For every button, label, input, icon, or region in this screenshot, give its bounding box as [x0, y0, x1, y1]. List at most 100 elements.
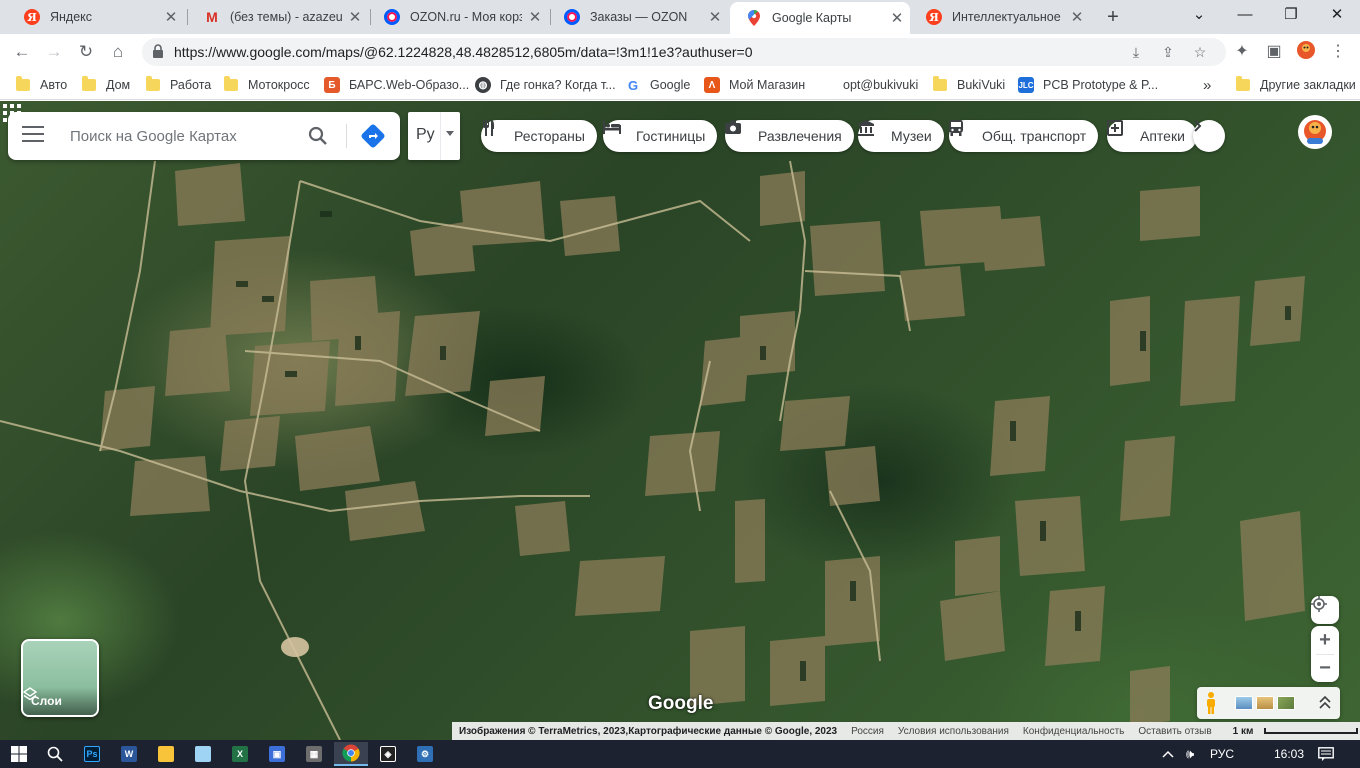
floppy-icon: ▣ — [269, 746, 285, 762]
minimize-button[interactable]: — — [1222, 0, 1268, 30]
share-icon[interactable]: ⇪ — [1156, 41, 1180, 63]
search-icon[interactable] — [306, 124, 330, 148]
close-icon[interactable]: ✕ — [702, 8, 728, 26]
taskbar-chrome[interactable] — [334, 742, 368, 766]
taskbar-excel[interactable]: X — [223, 742, 257, 766]
install-app-icon[interactable]: ⤓ — [1124, 41, 1148, 63]
chevron-up-icon[interactable] — [1319, 696, 1331, 710]
chrome-menu-icon[interactable]: ⋮ — [1326, 40, 1350, 64]
taskbar-network-app[interactable]: ⚙ — [408, 742, 442, 766]
bookmark-folder[interactable]: Работа — [146, 75, 211, 95]
scale-bar[interactable]: 1 км — [1219, 726, 1360, 737]
taskbar-save-app[interactable]: ▣ — [260, 742, 294, 766]
bookmark-link[interactable]: JLC PCB Prototype & P... — [1018, 75, 1158, 95]
chip-transit[interactable]: Общ. транспорт — [949, 120, 1099, 152]
close-window-button[interactable]: ✕ — [1314, 0, 1360, 30]
input-language[interactable]: РУС — [1210, 740, 1234, 768]
scale-ruler — [1264, 728, 1359, 734]
close-icon[interactable]: ✕ — [884, 9, 910, 27]
bookmark-label: БАРС.Web-Образо... — [349, 78, 470, 92]
pegman-icon[interactable] — [1205, 692, 1217, 714]
tab-search-icon[interactable]: ⌄ — [1176, 0, 1222, 30]
clock[interactable]: 16:03 — [1274, 740, 1304, 768]
hamburger-menu-icon[interactable] — [22, 126, 44, 146]
back-button[interactable]: ← — [8, 38, 36, 66]
extensions-icon[interactable]: ✦ — [1230, 40, 1254, 64]
taskbar-word[interactable]: W — [112, 742, 146, 766]
taskbar-calculator[interactable]: ▦ — [297, 742, 331, 766]
google-apps-icon[interactable] — [0, 101, 24, 125]
privacy-link[interactable]: Конфиденциальность — [1016, 726, 1131, 737]
volume-icon[interactable]: 🕪 — [1186, 740, 1194, 768]
bookmark-link[interactable]: Ʌ Мой Магазин — [704, 75, 805, 95]
reload-button[interactable]: ↻ — [72, 38, 100, 66]
directions-icon[interactable] — [360, 123, 386, 149]
taskbar-explorer[interactable] — [149, 742, 183, 766]
close-icon[interactable]: ✕ — [522, 8, 548, 26]
language-selector[interactable]: Ру — [408, 112, 460, 160]
terms-link[interactable]: Условия использования — [891, 726, 1016, 737]
bookmark-folder[interactable]: Авто — [16, 75, 67, 95]
bookmarks-overflow-button[interactable]: » — [1203, 75, 1211, 95]
chrome-icon — [342, 744, 360, 762]
address-bar[interactable]: https://www.google.com/maps/@62.1224828,… — [142, 38, 1226, 66]
zoom-in-button[interactable]: + — [1311, 626, 1339, 654]
side-panel-icon[interactable]: ▣ — [1262, 40, 1286, 64]
bookmark-link[interactable]: ◍ Где гонка? Когда т... — [475, 75, 616, 95]
chip-restaurants[interactable]: Рестораны — [481, 120, 597, 152]
home-button[interactable]: ⌂ — [104, 38, 132, 66]
imagery-thumb-ocean[interactable] — [1235, 696, 1253, 710]
account-avatar[interactable] — [1298, 115, 1332, 149]
windows-taskbar: Ps W X ▣ ▦ ◈ ⚙ 🕪 РУС 16:03 — [0, 740, 1360, 768]
bookmark-label: opt@bukivuki — [843, 78, 919, 92]
chip-entertainment[interactable]: Развлечения — [725, 120, 854, 152]
tab-ozon-orders[interactable]: Заказы — OZON ✕ — [548, 0, 728, 34]
chevron-down-icon[interactable] — [446, 131, 454, 136]
start-button[interactable] — [2, 742, 36, 766]
chip-pharmacies[interactable]: Аптеки — [1107, 120, 1197, 152]
close-icon[interactable]: ✕ — [1064, 8, 1090, 26]
feedback-link[interactable]: Оставить отзыв — [1131, 726, 1218, 737]
bookmark-label: Мой Магазин — [729, 78, 806, 92]
bookmark-folder[interactable]: Мотокросс — [224, 75, 310, 95]
imagery-thumb-forest[interactable] — [1277, 696, 1295, 710]
taskbar-capture-app[interactable]: ◈ — [371, 742, 405, 766]
chips-next-button[interactable] — [1193, 120, 1225, 152]
notifications-icon[interactable] — [1318, 740, 1334, 768]
bookmark-link[interactable]: opt@bukivuki — [818, 75, 918, 95]
folder-icon — [146, 76, 160, 91]
bookmarks-bar: Авто Дом Работа Мотокросс Б БАРС.Web-Обра… — [0, 70, 1360, 100]
layers-button[interactable]: Слои — [21, 639, 99, 717]
tab-yandex-ai[interactable]: Я Интеллектуальное Ма ✕ — [910, 0, 1090, 34]
search-input[interactable] — [70, 124, 300, 148]
chip-hotels[interactable]: Гостиницы — [603, 120, 718, 152]
bookmark-link[interactable]: G Google — [625, 75, 690, 95]
tab-ozon-cart[interactable]: OZON.ru - Моя корзина ✕ — [368, 0, 548, 34]
bookmark-folder[interactable]: Дом — [82, 75, 130, 95]
new-tab-button[interactable]: + — [1100, 4, 1126, 30]
tab-yandex[interactable]: Я Яндекс ✕ — [8, 0, 184, 34]
close-icon[interactable]: ✕ — [342, 8, 368, 26]
other-bookmarks-folder[interactable]: Другие закладки — [1236, 75, 1356, 95]
imagery-thumb-desert[interactable] — [1256, 696, 1274, 710]
tab-gmail[interactable]: M (без темы) - azazeulus ✕ — [188, 0, 368, 34]
star-bookmark-icon[interactable]: ☆ — [1188, 41, 1212, 63]
zoom-out-button[interactable]: − — [1311, 654, 1339, 682]
restore-button[interactable]: ❐ — [1268, 0, 1314, 30]
lock-icon[interactable] — [152, 44, 164, 58]
bookmark-link[interactable]: Б БАРС.Web-Образо... — [324, 75, 469, 95]
my-location-button[interactable] — [1311, 596, 1339, 624]
taskbar-photoshop[interactable]: Ps — [75, 742, 109, 766]
taskbar-search-button[interactable] — [38, 742, 72, 766]
bookmark-folder[interactable]: BukiVuki — [933, 75, 1005, 95]
tab-google-maps[interactable]: Google Карты ✕ — [730, 2, 910, 34]
close-icon[interactable]: ✕ — [158, 8, 184, 26]
chip-museums[interactable]: Музеи — [858, 120, 944, 152]
country-link[interactable]: Россия — [844, 726, 891, 737]
forward-button[interactable]: → — [40, 38, 68, 66]
search-box — [8, 112, 400, 160]
taskbar-notepad[interactable] — [186, 742, 220, 766]
profile-avatar-icon[interactable] — [1294, 40, 1318, 64]
tray-show-hidden[interactable] — [1162, 740, 1174, 768]
map-canvas[interactable]: Ру Рестораны Гостиницы Развлечения Музеи… — [0, 101, 1360, 740]
